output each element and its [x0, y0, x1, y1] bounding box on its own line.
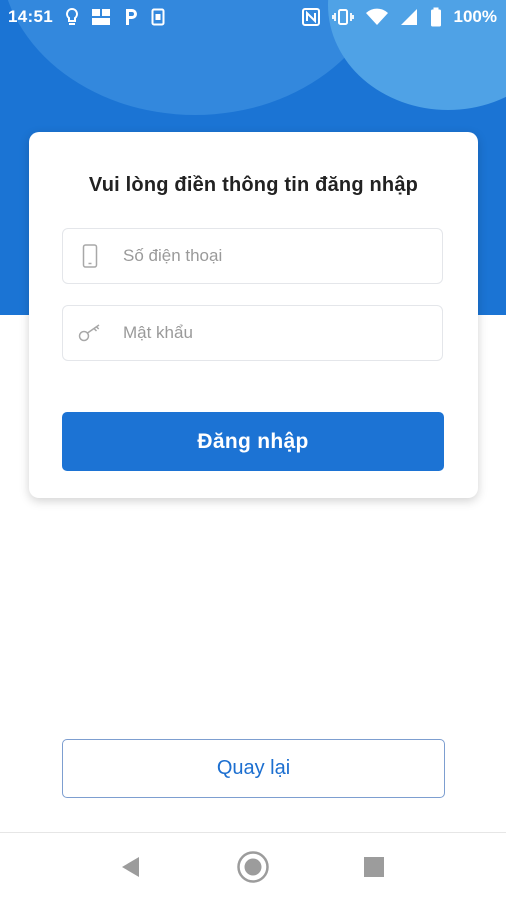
- vibrate-icon: [331, 7, 354, 27]
- parking-icon: [123, 7, 139, 27]
- key-icon: [77, 320, 103, 346]
- battery-percent: 100%: [453, 7, 497, 26]
- navigation-bar: [0, 832, 506, 900]
- password-input[interactable]: [123, 323, 423, 343]
- status-time: 14:51: [8, 7, 53, 26]
- login-screen: 14:51 100% Vui lòng điền thông tin đăng …: [0, 0, 506, 900]
- phone-field[interactable]: [62, 228, 443, 284]
- signal-icon: [400, 7, 418, 27]
- phone-icon: [77, 243, 103, 269]
- back-button[interactable]: Quay lại: [62, 739, 445, 798]
- status-bar: 14:51 100%: [0, 0, 506, 34]
- lightbulb-icon: [65, 7, 79, 27]
- sim-icon: [151, 7, 165, 27]
- recents-square-icon[interactable]: [356, 849, 392, 885]
- battery-icon: [430, 7, 442, 27]
- login-card: Vui lòng điền thông tin đăng nhập Đăng n…: [29, 132, 478, 498]
- phone-input[interactable]: [123, 246, 423, 266]
- wifi-icon: [365, 7, 388, 27]
- login-button[interactable]: Đăng nhập: [62, 412, 444, 471]
- home-circle-icon[interactable]: [235, 849, 271, 885]
- nfc-icon: [301, 7, 320, 27]
- back-triangle-icon[interactable]: [113, 849, 149, 885]
- login-title: Vui lòng điền thông tin đăng nhập: [88, 174, 419, 196]
- password-field[interactable]: [62, 305, 443, 361]
- gallery-icon: [91, 7, 111, 27]
